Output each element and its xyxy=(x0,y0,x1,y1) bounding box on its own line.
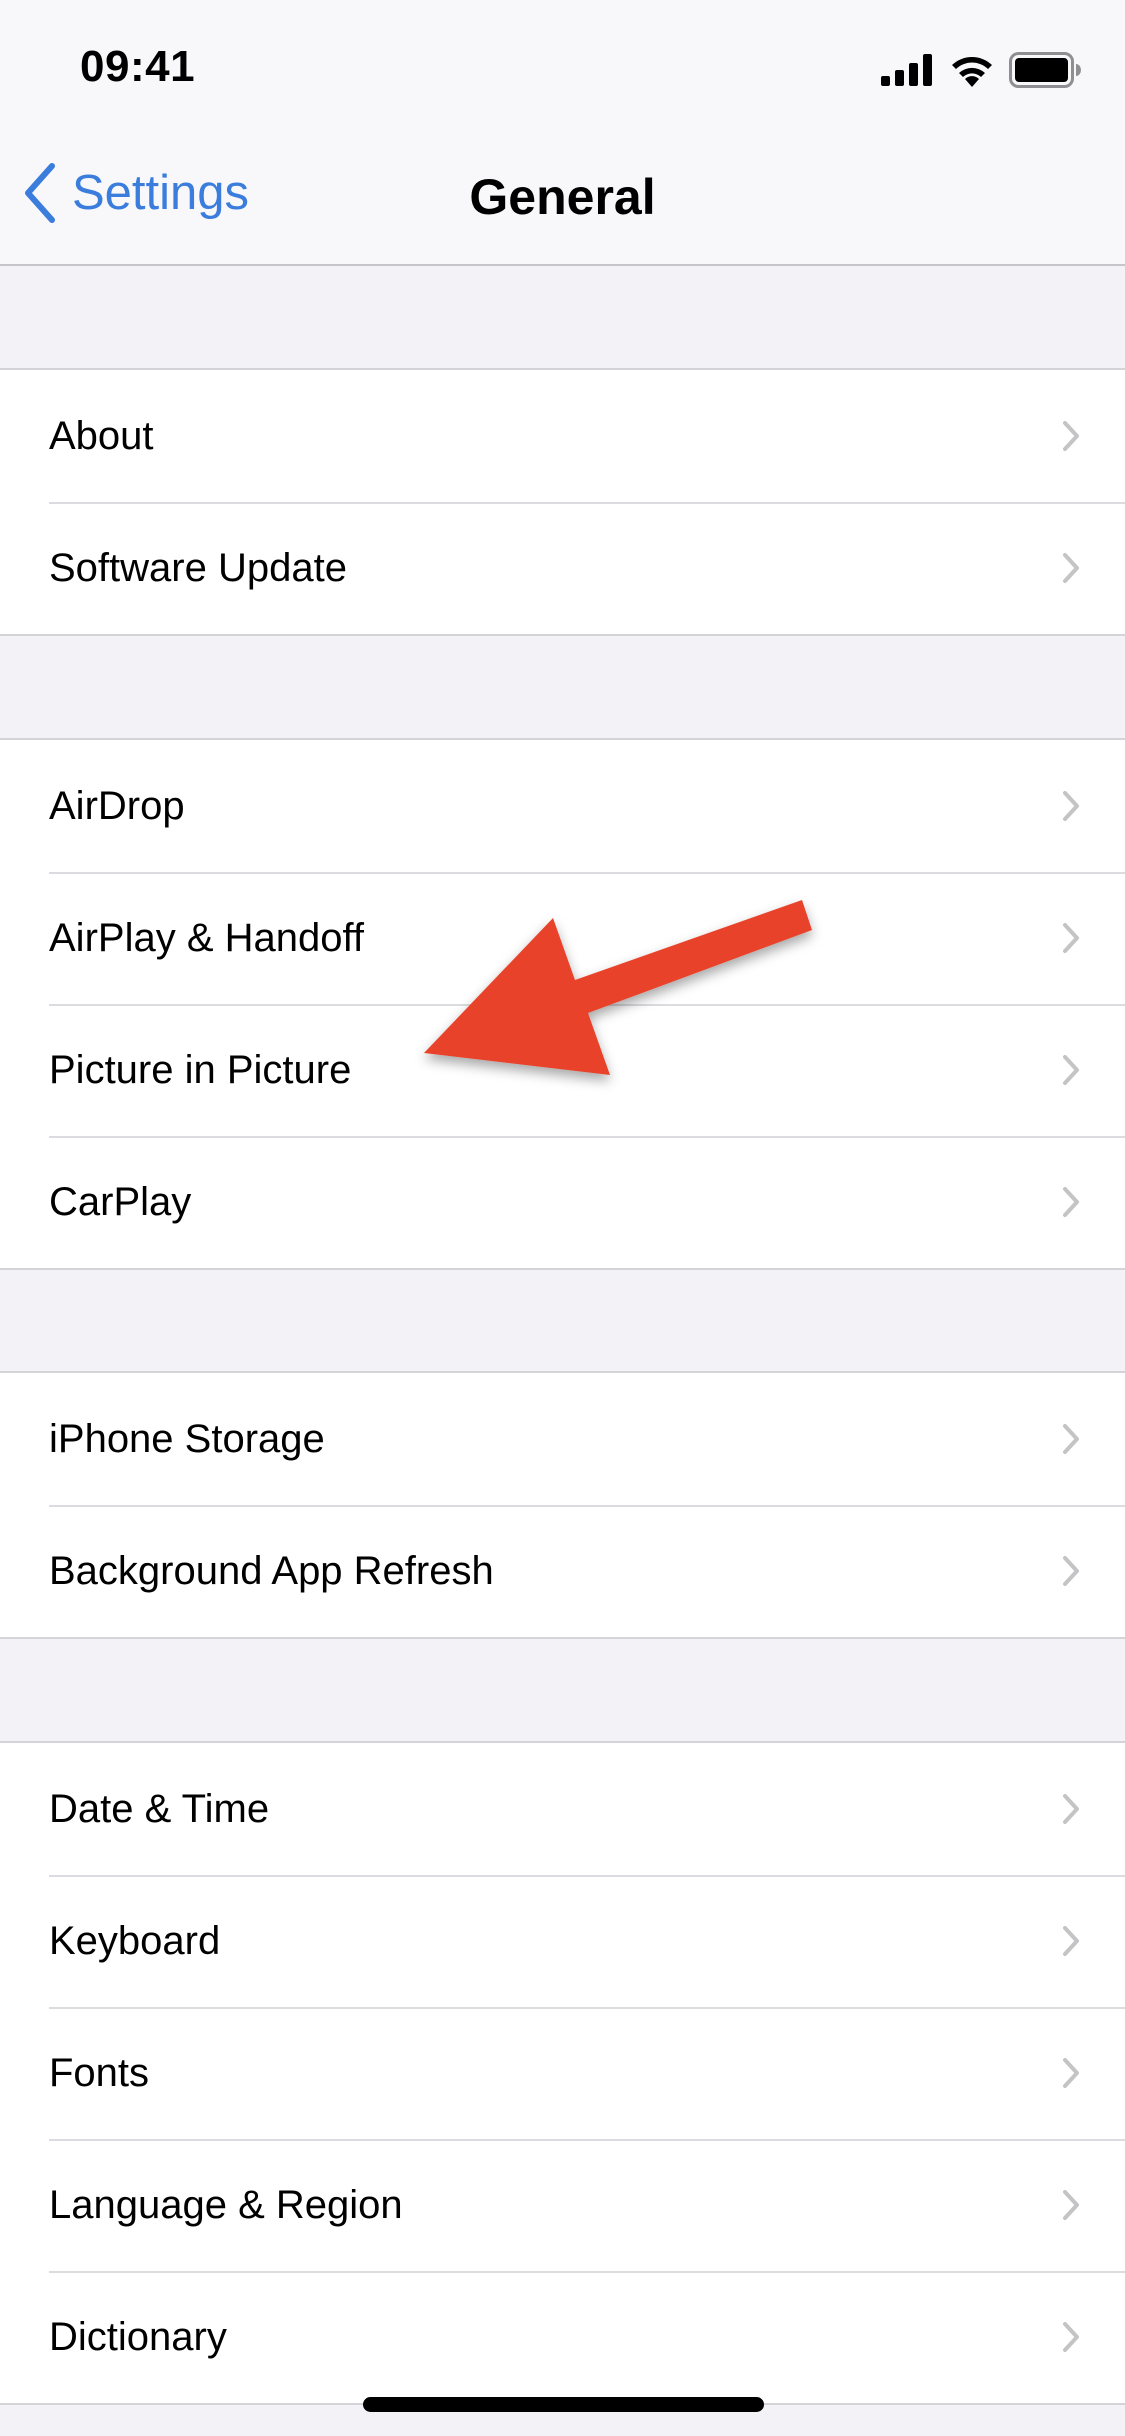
settings-row-dictionary[interactable]: Dictionary xyxy=(0,2271,1125,2403)
navigation-bar: Settings General xyxy=(0,132,1125,266)
status-time: 09:41 xyxy=(80,42,196,91)
row-label: Software Update xyxy=(49,545,347,590)
row-label: Dictionary xyxy=(49,2314,227,2359)
chevron-right-icon xyxy=(1063,791,1079,821)
settings-row-airdrop[interactable]: AirDrop xyxy=(0,740,1125,872)
chevron-right-icon xyxy=(1063,1926,1079,1956)
settings-row-background-app-refresh[interactable]: Background App Refresh xyxy=(0,1505,1125,1637)
settings-row-about[interactable]: About xyxy=(0,370,1125,502)
chevron-right-icon xyxy=(1063,421,1079,451)
settings-row-date-time[interactable]: Date & Time xyxy=(0,1743,1125,1875)
settings-row-iphone-storage[interactable]: iPhone Storage xyxy=(0,1373,1125,1505)
row-label: About xyxy=(49,413,154,458)
status-bar: 09:41 xyxy=(0,0,1125,132)
status-icons xyxy=(881,50,1081,90)
chevron-right-icon xyxy=(1063,2322,1079,2352)
settings-row-language-region[interactable]: Language & Region xyxy=(0,2139,1125,2271)
row-label: Picture in Picture xyxy=(49,1047,352,1092)
page-title: General xyxy=(469,169,656,225)
row-label: CarPlay xyxy=(49,1179,192,1224)
settings-group-1: About Software Update xyxy=(0,368,1125,636)
chevron-right-icon xyxy=(1063,2190,1079,2220)
chevron-right-icon xyxy=(1063,923,1079,953)
row-label: Fonts xyxy=(49,2050,150,2095)
chevron-right-icon xyxy=(1063,1424,1079,1454)
settings-row-software-update[interactable]: Software Update xyxy=(0,502,1125,634)
chevron-right-icon xyxy=(1063,1794,1079,1824)
settings-row-fonts[interactable]: Fonts xyxy=(0,2007,1125,2139)
settings-group-4: Date & Time Keyboard Fonts Language & Re… xyxy=(0,1741,1125,2405)
row-label: Date & Time xyxy=(49,1786,270,1831)
row-label: Language & Region xyxy=(49,2182,403,2227)
home-indicator[interactable] xyxy=(363,2397,764,2412)
battery-icon xyxy=(1009,52,1081,88)
chevron-right-icon xyxy=(1063,1187,1079,1217)
chevron-right-icon xyxy=(1063,2058,1079,2088)
cellular-signal-icon xyxy=(881,54,932,86)
row-label: Keyboard xyxy=(49,1918,221,1963)
row-label: iPhone Storage xyxy=(49,1416,325,1461)
settings-row-carplay[interactable]: CarPlay xyxy=(0,1136,1125,1268)
chevron-right-icon xyxy=(1063,553,1079,583)
settings-row-picture-in-picture[interactable]: Picture in Picture xyxy=(0,1004,1125,1136)
settings-row-airplay-handoff[interactable]: AirPlay & Handoff xyxy=(0,872,1125,1004)
settings-group-3: iPhone Storage Background App Refresh xyxy=(0,1371,1125,1639)
chevron-right-icon xyxy=(1063,1556,1079,1586)
chevron-right-icon xyxy=(1063,1055,1079,1085)
settings-group-2: AirDrop AirPlay & Handoff Picture in Pic… xyxy=(0,738,1125,1270)
settings-row-keyboard[interactable]: Keyboard xyxy=(0,1875,1125,2007)
row-label: Background App Refresh xyxy=(49,1548,494,1593)
row-label: AirDrop xyxy=(49,783,185,828)
row-label: AirPlay & Handoff xyxy=(49,915,364,960)
wifi-icon xyxy=(952,57,992,87)
